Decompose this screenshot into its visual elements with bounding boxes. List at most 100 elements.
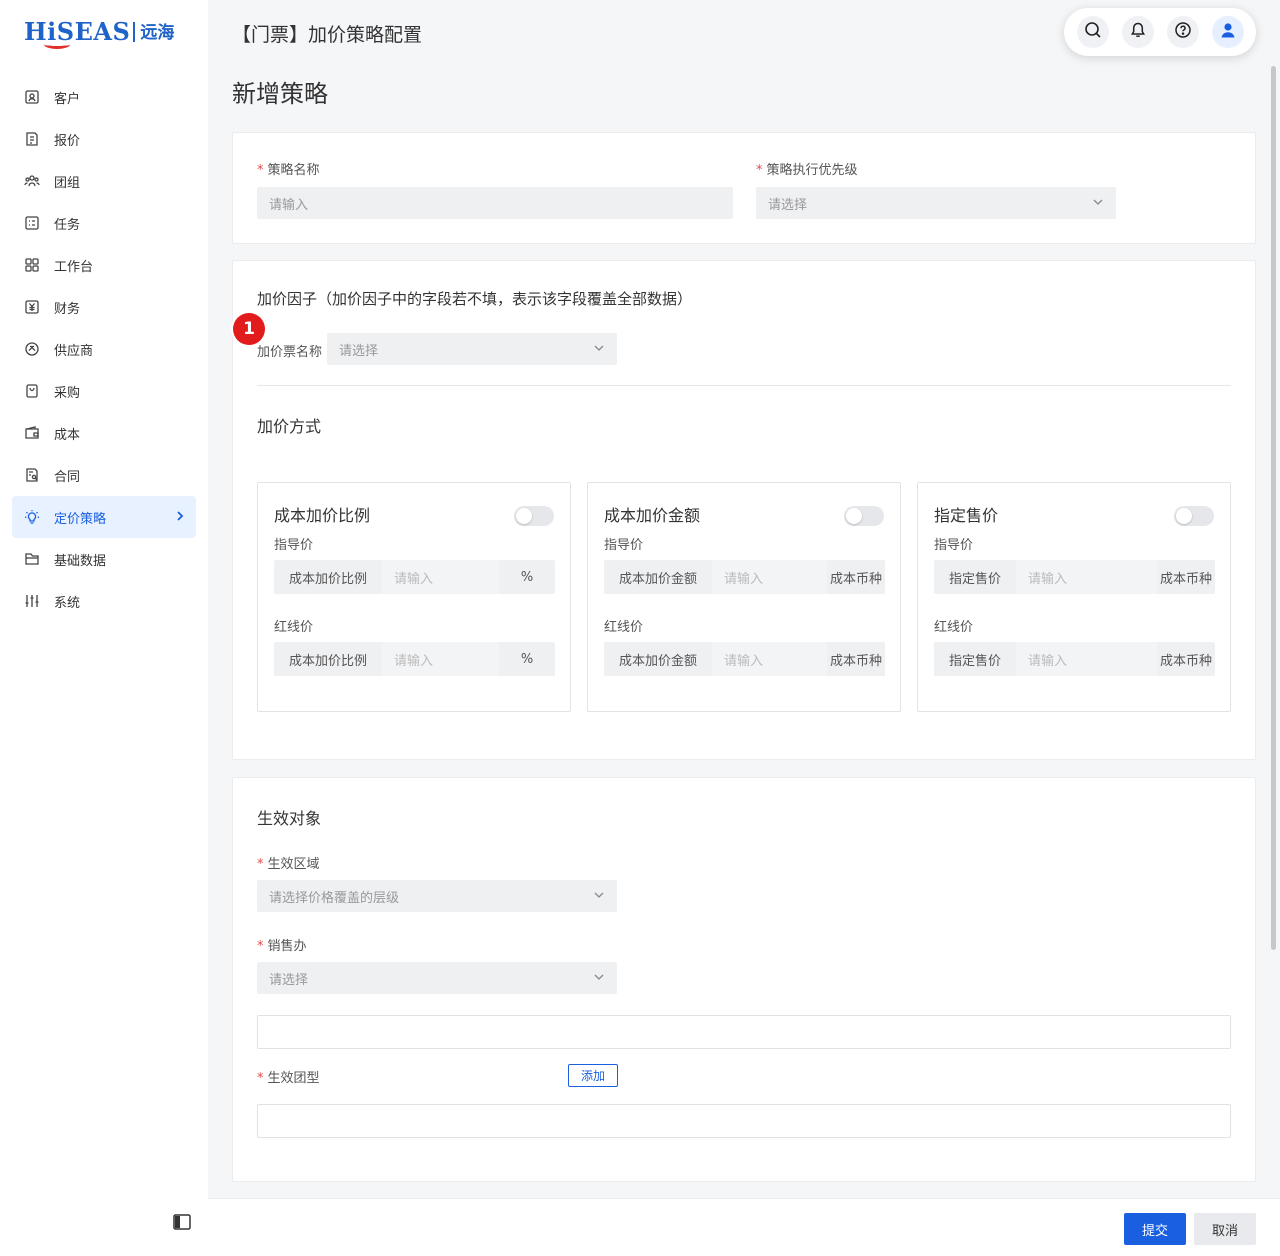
chevron-down-icon [593, 342, 605, 358]
ticket-name-select[interactable]: 请选择 [327, 333, 617, 365]
region-select-value: 请选择价格覆盖的层级 [269, 890, 400, 906]
sidebar-item-purchase[interactable]: 采购 [12, 370, 196, 412]
page-title: 新增策略 [232, 80, 328, 108]
input-suffix: % [520, 651, 534, 667]
guide-price-label: 指导价 [934, 538, 974, 553]
input-prefix: 成本加价金额 [618, 653, 697, 669]
cancel-button[interactable]: 取消 [1194, 1213, 1256, 1245]
logo-separator [133, 22, 136, 42]
sidebar-item-supplier[interactable]: 供应商 [12, 328, 196, 370]
ticket-name-label: 加价票名称 [257, 345, 323, 360]
sidebar-item-label: 团组 [54, 175, 81, 191]
priority-label: * 策略执行优先级 [756, 159, 858, 178]
sales-office-label-text: 销售办 [267, 939, 307, 954]
sidebar-item-contract[interactable]: 合同 [12, 454, 196, 496]
method-title: 加价方式 [257, 417, 322, 436]
sidebar-item-label: 定价策略 [54, 511, 107, 527]
priority-select[interactable]: 请选择 [756, 187, 1116, 219]
red-line-price-label: 红线价 [274, 620, 314, 635]
lightbulb-icon [24, 509, 40, 525]
guide-price-input[interactable]: 请输入 [1016, 560, 1157, 594]
submit-button[interactable]: 提交 [1124, 1213, 1186, 1245]
sales-office-label: * 销售办 [257, 935, 307, 954]
input-prefix: 成本加价比例 [288, 571, 367, 587]
factor-title: 加价因子（加价因子中的字段若不填，表示该字段覆盖全部数据） [257, 290, 693, 308]
sidebar-item-quote[interactable]: 报价 [12, 118, 196, 160]
sidebar: HiSEAS 远海 客户 报价 团组 任务 工作台 财务 供应商 采购 成本 合… [0, 0, 208, 1256]
sidebar-item-customer[interactable]: 客户 [12, 76, 196, 118]
help-icon [1174, 21, 1192, 43]
pricing-card: 加价因子（加价因子中的字段若不填，表示该字段覆盖全部数据） 加价票名称 请选择 … [232, 260, 1256, 760]
guide-price-input-group: 指定售价 请输入 成本币种 [934, 560, 1215, 594]
red-line-price-input[interactable]: 请输入 [712, 642, 827, 676]
sidebar-item-pricing[interactable]: 定价策略 [12, 496, 196, 538]
strategy-name-label: * 策略名称 [257, 159, 320, 178]
purchase-icon [24, 383, 40, 399]
search-icon [1084, 21, 1102, 43]
markup-amount-toggle[interactable] [844, 506, 884, 526]
guide-price-input[interactable]: 请输入 [712, 560, 827, 594]
group-type-label-text: 生效团型 [267, 1071, 320, 1086]
step-badge: 1 [233, 313, 265, 345]
task-icon [24, 215, 40, 231]
sidebar-nav: 客户 报价 团组 任务 工作台 财务 供应商 采购 成本 合同 定价策略 基础数… [12, 76, 196, 622]
required-mark: * [257, 939, 264, 954]
sidebar-item-system[interactable]: 系统 [12, 580, 196, 622]
guide-price-label: 指导价 [604, 538, 644, 553]
guide-price-input-group: 成本加价金额 请输入 成本币种 [604, 560, 885, 594]
logo-smile-icon [44, 40, 70, 49]
red-line-price-input-group: 指定售价 请输入 成本币种 [934, 642, 1215, 676]
scrollbar[interactable] [1271, 66, 1276, 950]
add-group-type-button[interactable]: 添加 [568, 1064, 618, 1087]
region-select[interactable]: 请选择价格覆盖的层级 [257, 880, 617, 912]
sales-office-select-value: 请选择 [269, 972, 309, 988]
guide-price-label: 指导价 [274, 538, 314, 553]
user-icon [1219, 21, 1237, 43]
sidebar-item-task[interactable]: 任务 [12, 202, 196, 244]
bell-icon [1129, 21, 1147, 43]
sidebar-item-finance[interactable]: 财务 [12, 286, 196, 328]
input-suffix: 成本币种 [1159, 653, 1212, 669]
sidebar-item-label: 成本 [54, 427, 81, 443]
finance-icon [24, 299, 40, 315]
strategy-name-input[interactable]: 请输入 [257, 187, 733, 219]
fixed-price-toggle[interactable] [1174, 506, 1214, 526]
quote-icon [24, 131, 40, 147]
sidebar-item-cost[interactable]: 成本 [12, 412, 196, 454]
header-title: 【门票】加价策略配置 [232, 24, 423, 46]
red-line-price-input[interactable]: 请输入 [382, 642, 499, 676]
sales-office-select[interactable]: 请选择 [257, 962, 617, 994]
guide-price-input-group: 成本加价比例 请输入% [274, 560, 555, 594]
search-button[interactable] [1076, 16, 1109, 48]
markup-ratio-toggle[interactable] [514, 506, 554, 526]
red-line-price-label: 红线价 [604, 620, 644, 635]
sales-office-list [257, 1015, 1231, 1049]
sidebar-item-basic-data[interactable]: 基础数据 [12, 538, 196, 580]
sidebar-item-group[interactable]: 团组 [12, 160, 196, 202]
sidebar-item-workbench[interactable]: 工作台 [12, 244, 196, 286]
notification-button[interactable] [1121, 16, 1154, 48]
red-line-price-input-group: 成本加价金额 请输入 成本币种 [604, 642, 885, 676]
priority-select-value: 请选择 [768, 197, 808, 213]
strategy-name-label-text: 策略名称 [267, 163, 320, 178]
cost-icon [24, 425, 40, 441]
help-button[interactable] [1166, 16, 1199, 48]
sidebar-item-label: 合同 [54, 469, 81, 485]
red-line-price-label: 红线价 [934, 620, 974, 635]
divider [257, 385, 1231, 386]
red-line-price-input[interactable]: 请输入 [1016, 642, 1157, 676]
workbench-icon [24, 257, 40, 273]
logo[interactable]: HiSEAS 远海 [24, 12, 174, 49]
guide-price-input[interactable]: 请输入 [382, 560, 499, 594]
user-avatar-button[interactable] [1211, 16, 1244, 48]
chevron-down-icon [593, 971, 605, 987]
input-suffix: % [520, 569, 534, 585]
customer-icon [24, 89, 40, 105]
sidebar-collapse-icon[interactable] [172, 1212, 192, 1232]
markup-ratio-title: 成本加价比例 [274, 506, 371, 525]
sidebar-item-label: 财务 [54, 301, 81, 317]
sidebar-item-label: 报价 [54, 133, 81, 149]
supplier-icon [24, 341, 40, 357]
target-card: 生效对象 * 生效区域 请选择价格覆盖的层级 * 销售办 请选择 * 生效团型 添加 [232, 777, 1256, 1182]
chevron-down-icon [593, 889, 605, 905]
